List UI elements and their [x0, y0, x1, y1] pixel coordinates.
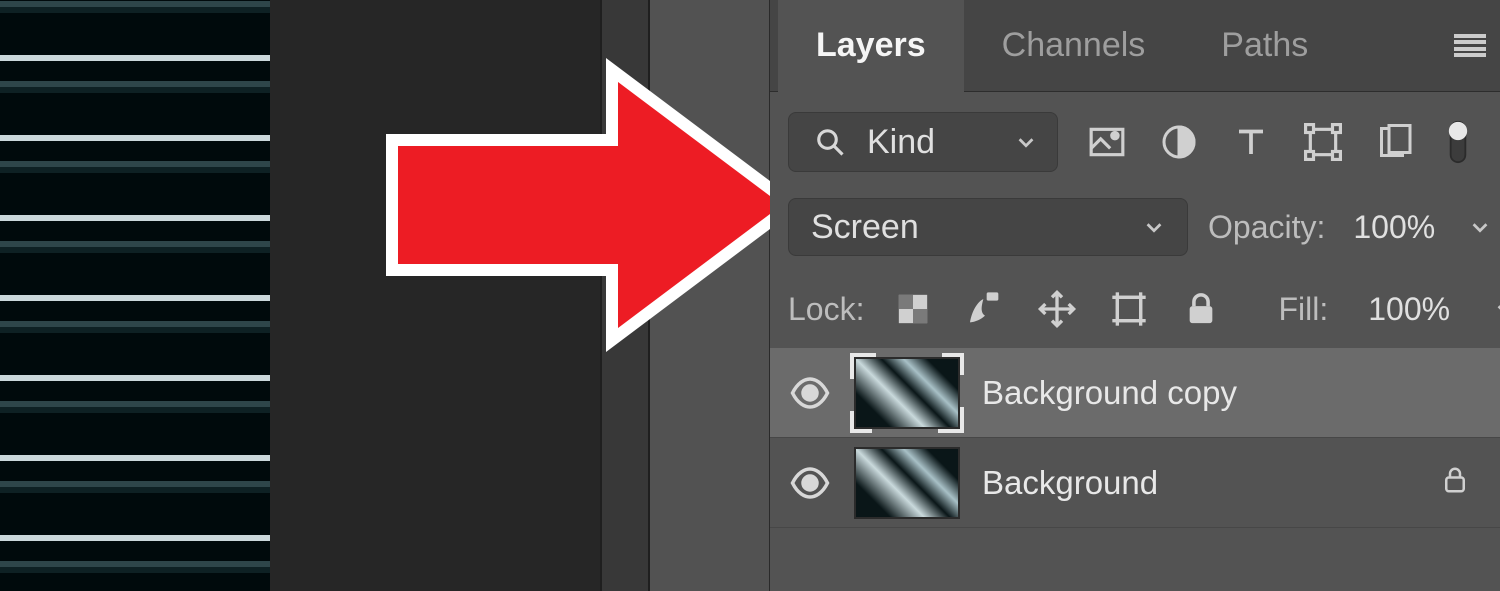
tab-paths[interactable]: Paths	[1183, 0, 1346, 92]
visibility-toggle-icon[interactable]	[788, 461, 832, 505]
type-layer-filter-icon[interactable]	[1230, 121, 1272, 163]
blend-mode-value: Screen	[811, 208, 919, 247]
visibility-toggle-icon[interactable]	[788, 371, 832, 415]
layers-panel: Layers Channels Paths Kind	[770, 0, 1500, 591]
tab-channels[interactable]: Channels	[964, 0, 1184, 92]
layer-thumbnail[interactable]	[854, 447, 960, 519]
lock-position-icon[interactable]	[1036, 288, 1078, 330]
canvas-region[interactable]	[0, 0, 270, 591]
fill-label[interactable]: Fill:	[1278, 291, 1328, 328]
smartobject-layer-filter-icon[interactable]	[1374, 121, 1416, 163]
layer-row-background-copy[interactable]: Background copy	[770, 348, 1500, 438]
layer-filter-row: Kind	[770, 92, 1500, 184]
pixel-layer-filter-icon[interactable]	[1086, 121, 1128, 163]
panel-divider-1[interactable]	[600, 0, 650, 591]
layer-lock-icon[interactable]	[1440, 465, 1476, 501]
filter-kind-label: Kind	[867, 123, 935, 162]
layer-row-background[interactable]: Background	[770, 438, 1500, 528]
layers-list: Background copy Background	[770, 348, 1500, 528]
blend-mode-dropdown[interactable]: Screen	[788, 198, 1188, 256]
lock-transparency-icon[interactable]	[892, 288, 934, 330]
lock-all-icon[interactable]	[1180, 288, 1222, 330]
layer-thumbnail[interactable]	[854, 357, 960, 429]
chevron-down-icon	[1015, 131, 1037, 153]
blend-mode-row: Screen Opacity: 100%	[770, 184, 1500, 268]
search-icon	[809, 121, 851, 163]
shape-layer-filter-icon[interactable]	[1302, 121, 1344, 163]
opacity-label[interactable]: Opacity:	[1208, 209, 1325, 246]
panel-menu-icon[interactable]	[1450, 26, 1490, 66]
panel-divider-2	[650, 0, 770, 591]
fill-chevron-icon[interactable]	[1494, 298, 1500, 320]
chevron-down-icon	[1143, 216, 1165, 238]
canvas-image	[0, 0, 270, 591]
filter-toggle-switch[interactable]	[1446, 121, 1470, 163]
filter-type-icons	[1086, 121, 1470, 163]
layer-name-label[interactable]: Background	[982, 464, 1418, 502]
layer-name-label[interactable]: Background copy	[982, 374, 1476, 412]
filter-kind-dropdown[interactable]: Kind	[788, 112, 1058, 172]
lock-image-icon[interactable]	[964, 288, 1006, 330]
fill-value[interactable]: 100%	[1368, 291, 1450, 328]
opacity-value[interactable]: 100%	[1353, 209, 1435, 246]
lock-label: Lock:	[788, 291, 864, 328]
adjustment-layer-filter-icon[interactable]	[1158, 121, 1200, 163]
workspace-background	[270, 0, 600, 591]
lock-row: Lock:	[770, 268, 1500, 348]
panel-tabs: Layers Channels Paths	[770, 0, 1500, 92]
opacity-chevron-icon[interactable]	[1469, 216, 1491, 238]
lock-artboard-icon[interactable]	[1108, 288, 1150, 330]
tab-layers[interactable]: Layers	[778, 0, 964, 92]
